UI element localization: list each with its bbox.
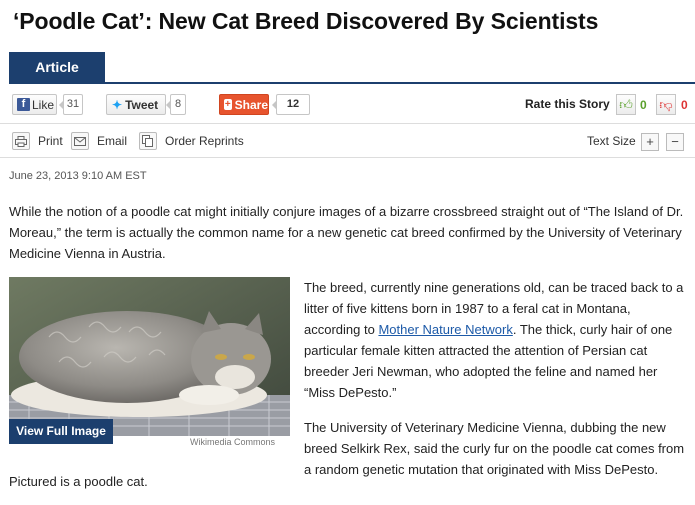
- email-button[interactable]: Email: [71, 132, 127, 150]
- facebook-like-label: Like: [32, 97, 55, 112]
- print-label: Print: [38, 134, 63, 148]
- thumbs-up-icon: 👍︎: [619, 97, 633, 112]
- thumbs-up-button[interactable]: 👍︎: [616, 94, 636, 115]
- email-label: Email: [97, 134, 128, 148]
- tweet-label: Tweet: [125, 97, 159, 112]
- rate-story-label: Rate this Story: [525, 97, 610, 111]
- article-paragraph-3: The University of Veterinary Medicine Vi…: [304, 420, 685, 477]
- facebook-icon: f: [17, 98, 30, 111]
- mother-nature-network-link[interactable]: Mother Nature Network: [378, 322, 512, 337]
- article-paragraph-2: The breed, currently nine generations ol…: [304, 277, 690, 403]
- share-button[interactable]: + Share: [219, 94, 269, 115]
- article-dateline: June 23, 2013 9:10 AM EST: [9, 170, 147, 182]
- photo-caption: Pictured is a poodle cat.: [9, 474, 148, 489]
- social-share-bar: f Like 31 ✦ Tweet 8 + Share 12 Rate this…: [0, 84, 695, 124]
- view-full-image-button[interactable]: View Full Image: [9, 419, 113, 444]
- article-headline: ‘Poodle Cat’: New Cat Breed Discovered B…: [13, 8, 599, 34]
- share-label: Share: [234, 97, 268, 112]
- facebook-like-count: 31: [59, 94, 83, 115]
- printer-icon: [12, 132, 30, 150]
- copy-pages-icon: [139, 132, 157, 150]
- thumbs-down-button[interactable]: 👎︎: [656, 94, 676, 115]
- text-size-decrease-button[interactable]: −: [666, 133, 684, 151]
- share-count: 12: [272, 94, 310, 115]
- order-reprints-label: Order Reprints: [165, 134, 244, 148]
- tweet-button[interactable]: ✦ Tweet: [106, 94, 166, 115]
- thumbs-down-count: 0: [681, 98, 688, 112]
- thumbs-up-count: 0: [640, 98, 647, 112]
- text-size-label: Text Size: [587, 134, 636, 148]
- facebook-like-button[interactable]: f Like: [12, 94, 57, 115]
- article-toolbar: Print Email Order Reprints Text Size + −: [0, 124, 695, 158]
- tab-article[interactable]: Article: [9, 52, 105, 84]
- poodle-cat-image: [9, 277, 290, 436]
- thumbs-down-icon: 👎︎: [659, 97, 673, 112]
- article-tab-bar: Article: [9, 52, 695, 84]
- tweet-count: 8: [166, 94, 186, 115]
- article-photo[interactable]: [9, 277, 290, 436]
- print-button[interactable]: Print: [12, 132, 63, 150]
- twitter-bird-icon: ✦: [112, 97, 123, 112]
- text-size-increase-button[interactable]: +: [641, 133, 659, 151]
- order-reprints-button[interactable]: Order Reprints: [139, 132, 244, 150]
- photo-credit: Wikimedia Commons: [190, 437, 276, 447]
- envelope-icon: [71, 132, 89, 150]
- article-paragraph-1: While the notion of a poodle cat might i…: [9, 204, 684, 261]
- share-plus-icon: +: [224, 99, 232, 110]
